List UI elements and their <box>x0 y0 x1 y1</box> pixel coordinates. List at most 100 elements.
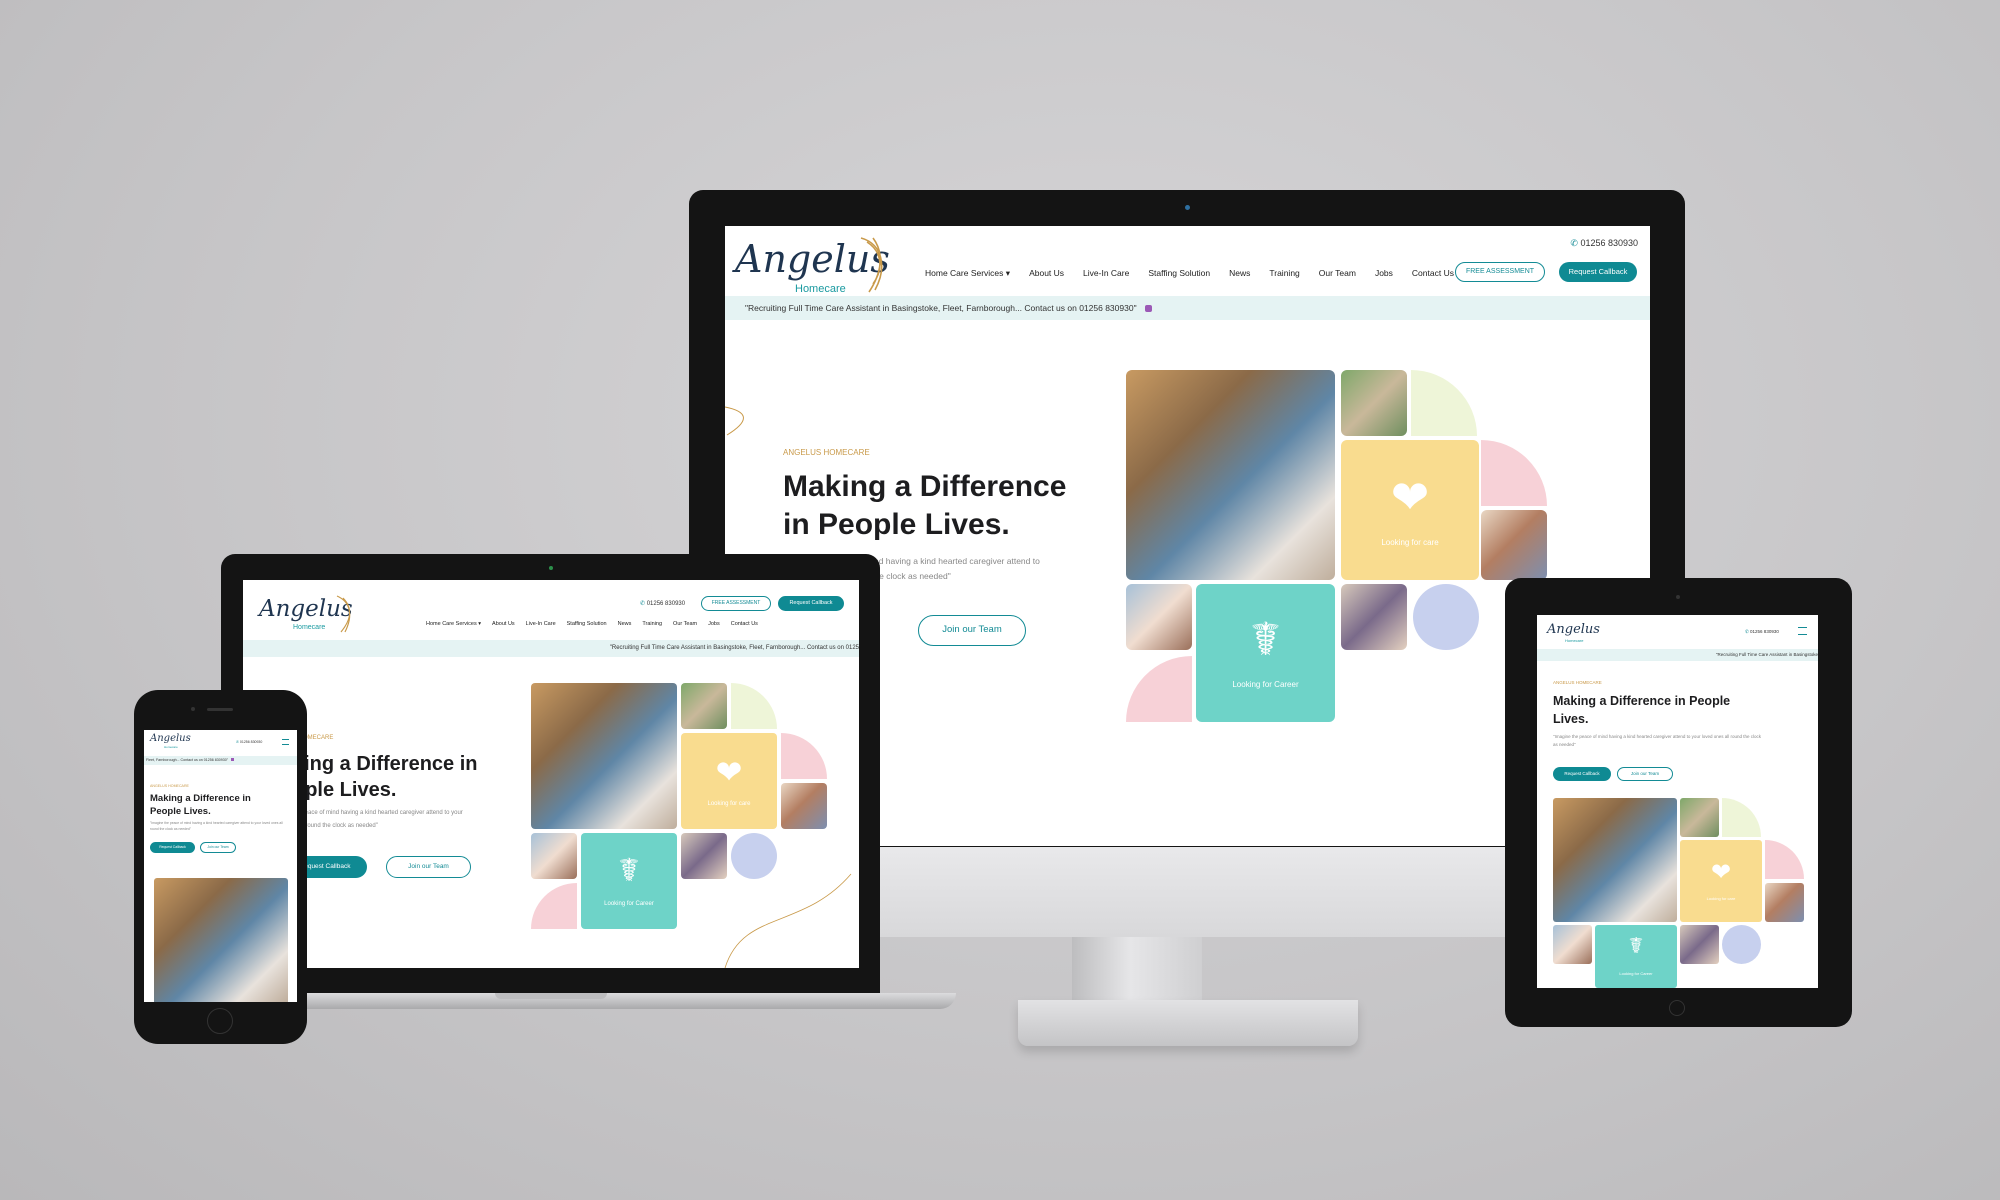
laptop-screen: Angelus Homecare ✆ 01256 830930 FREE ASS… <box>243 580 859 968</box>
phone-menu-icon[interactable] <box>282 739 289 745</box>
nav-contact-us[interactable]: Contact Us <box>1412 268 1454 279</box>
phone-hero-photo <box>154 878 288 1002</box>
phone-ticker[interactable]: Fleet, Farnborough... Contact us on 0125… <box>144 756 297 765</box>
tablet-hands-heart-icon: ❤ <box>1710 859 1732 886</box>
laptop-photo-thumb-4 <box>681 833 727 879</box>
nav-home-care-services[interactable]: Home Care Services ▾ <box>925 268 1010 279</box>
tablet-photo-thumb-1 <box>1680 798 1719 837</box>
phone-logo-subtext: Homecare <box>164 745 178 749</box>
tablet-camera <box>1676 595 1680 599</box>
laptop-notch <box>495 993 607 999</box>
phone-home-button[interactable] <box>207 1008 233 1034</box>
nav-jobs[interactable]: Jobs <box>1375 268 1393 279</box>
nav-our-team[interactable]: Our Team <box>1319 268 1356 279</box>
tablet-logo-text: Angelus <box>1547 622 1600 637</box>
phone-screen: Angelus Homecare ✆ 01256 830930 Fleet, F… <box>144 730 297 1002</box>
hero-eyebrow: ANGELUS HOMECARE <box>783 448 870 457</box>
laptop-phone[interactable]: ✆ 01256 830930 <box>640 600 685 607</box>
looking-for-career-tile[interactable]: ☤ Looking for Career <box>1196 584 1335 722</box>
laptop-wings-icon <box>336 595 351 633</box>
nav-live-in-care[interactable]: Live-In Care <box>1083 268 1129 279</box>
tablet-nurse-icon: ☤ <box>1628 933 1644 958</box>
tablet-lavender-circle <box>1722 925 1761 964</box>
looking-for-care-tile[interactable]: ❤ Looking for care <box>1341 440 1479 580</box>
laptop-logo[interactable]: Angelus Homecare <box>259 595 369 642</box>
laptop-ticker-text: "Recruiting Full Time Care Assistant in … <box>609 645 859 651</box>
pink-quarter-shape <box>1126 656 1192 722</box>
laptop-nav-jobs[interactable]: Jobs <box>708 621 720 627</box>
tablet-menu-icon[interactable] <box>1798 627 1807 635</box>
laptop-nav-contact-us[interactable]: Contact Us <box>731 621 758 627</box>
laptop-nav-home-care-services[interactable]: Home Care Services ▾ <box>426 621 481 627</box>
laptop-nav-training[interactable]: Training <box>642 621 662 627</box>
tablet-career-label: Looking for Career <box>1619 971 1653 976</box>
laptop-photo-thumb-1 <box>681 683 727 729</box>
nav-news[interactable]: News <box>1229 268 1250 279</box>
phone-camera <box>191 707 195 711</box>
tablet-join-our-team-button[interactable]: Join our Team <box>1617 767 1673 781</box>
header-phone[interactable]: ✆ 01256 830930 <box>1570 238 1638 249</box>
laptop-photo-thumb-3 <box>531 833 577 879</box>
laptop-hero-photo <box>531 683 677 829</box>
tablet-hero-eyebrow: ANGELUS HOMECARE <box>1553 680 1602 685</box>
laptop-nav-our-team[interactable]: Our Team <box>673 621 697 627</box>
laptop-ticker[interactable]: "Recruiting Full Time Care Assistant in … <box>243 640 859 657</box>
nav-staffing-solution[interactable]: Staffing Solution <box>1148 268 1210 279</box>
laptop-logo-subtext: Homecare <box>293 624 326 631</box>
phone-speaker <box>207 708 233 711</box>
decorative-curve <box>725 406 744 436</box>
tablet-home-button[interactable] <box>1669 1000 1685 1016</box>
tablet-lime-shape <box>1722 798 1761 837</box>
header-logo[interactable]: Angelus Homecare <box>735 237 895 300</box>
request-callback-button[interactable]: Request Callback <box>1559 262 1637 282</box>
laptop-hands-heart-icon: ❤ <box>715 754 743 790</box>
join-our-team-button[interactable]: Join our Team <box>918 615 1026 646</box>
tablet-care-label: Looking for care <box>1706 896 1736 901</box>
phone-phone[interactable]: ✆ 01256 830930 <box>236 740 262 744</box>
tablet-photo-thumb-4 <box>1680 925 1719 964</box>
laptop-photo-thumb-2 <box>781 783 827 829</box>
logo-subtext: Homecare <box>795 283 846 295</box>
laptop-nav-about-us[interactable]: About Us <box>492 621 515 627</box>
phone-hero-title: Making a Difference in People Lives. <box>150 793 251 817</box>
chevron-down-icon: ▾ <box>1005 268 1011 278</box>
tablet-request-callback-button[interactable]: Request Callback <box>1553 767 1611 781</box>
looking-for-career-label: Looking for Career <box>1232 680 1299 689</box>
announcement-ticker[interactable]: "Recruiting Full Time Care Assistant in … <box>725 296 1650 320</box>
tablet-phone-icon: ✆ <box>1745 629 1749 634</box>
phone-hero-eyebrow: ANGELUS HOMECARE <box>150 784 189 788</box>
monitor-camera <box>1185 205 1190 210</box>
nav-about-us[interactable]: About Us <box>1029 268 1064 279</box>
laptop-request-callback-button[interactable]: Request Callback <box>778 596 844 611</box>
phone-ticker-text: Fleet, Farnborough... Contact us on 0125… <box>146 758 228 762</box>
free-assessment-button[interactable]: FREE ASSESSMENT <box>1455 262 1545 282</box>
hero-photo-carer <box>1126 370 1335 580</box>
phone-number: 01256 830930 <box>1580 238 1638 248</box>
looking-for-care-label: Looking for care <box>1381 538 1439 547</box>
tablet-looking-for-career-tile[interactable]: ☤ Looking for Career <box>1595 925 1677 988</box>
phone-logo[interactable]: Angelus Homecare <box>150 734 200 754</box>
laptop-nav: Home Care Services ▾ About Us Live-In Ca… <box>426 621 758 627</box>
nav-training[interactable]: Training <box>1269 268 1299 279</box>
phone-ticker-badge-icon <box>231 758 234 761</box>
laptop-free-assessment-button[interactable]: FREE ASSESSMENT <box>701 596 771 611</box>
phone-join-our-team-button[interactable]: Join our Team <box>200 842 236 853</box>
tablet-ticker[interactable]: "Recruiting Full Time Care Assistant in … <box>1537 649 1818 661</box>
laptop-phone-number: 01256 830930 <box>646 601 686 607</box>
tablet-logo-subtext: Homecare <box>1565 638 1584 643</box>
laptop-looking-for-care-tile[interactable]: ❤ Looking for care <box>681 733 777 829</box>
laptop-join-our-team-button[interactable]: Join our Team <box>386 856 471 878</box>
tablet-phone[interactable]: ✆ 01256 830930 <box>1745 629 1779 635</box>
laptop-care-label: Looking for care <box>707 801 751 807</box>
laptop-nav-live-in-care[interactable]: Live-In Care <box>526 621 556 627</box>
tablet-looking-for-care-tile[interactable]: ❤ Looking for care <box>1680 840 1762 922</box>
laptop-hero-title-line2: ople Lives. <box>293 779 397 801</box>
phone-hero-subtitle: "Imagine the peace of mind having a kind… <box>150 821 283 831</box>
laptop-nav-staffing-solution[interactable]: Staffing Solution <box>567 621 607 627</box>
laptop-nav-news[interactable]: News <box>618 621 632 627</box>
hero-title-line1: Making a Difference <box>783 470 1067 503</box>
phone-logo-text: Angelus <box>150 733 191 744</box>
tablet-screen: Angelus Homecare ✆ 01256 830930 "Recruit… <box>1537 615 1818 988</box>
laptop-looking-for-career-tile[interactable]: ☤ Looking for Career <box>581 833 677 929</box>
phone-request-callback-button[interactable]: Request Callback <box>150 842 195 853</box>
